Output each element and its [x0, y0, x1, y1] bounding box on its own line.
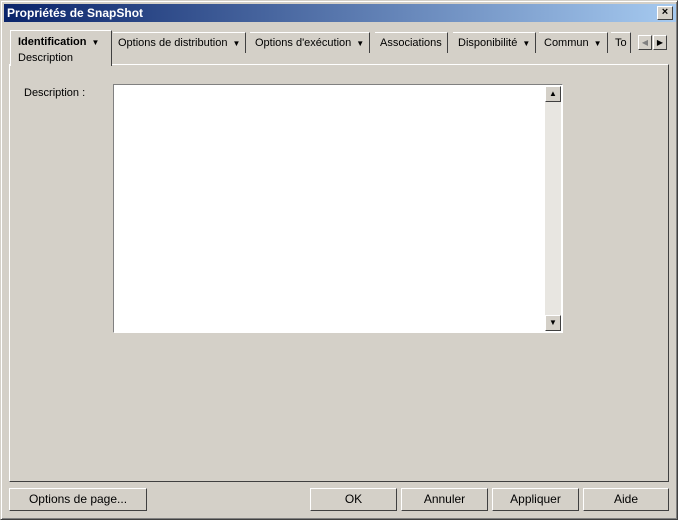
- scroll-down-icon[interactable]: ▼: [545, 315, 561, 331]
- dropdown-arrow-icon[interactable]: ▼: [232, 39, 240, 48]
- window-title: Propriétés de SnapShot: [7, 6, 144, 20]
- subtab-description[interactable]: Description: [18, 51, 73, 65]
- tab-label: Associations: [380, 37, 442, 49]
- tab-label: Identification: [18, 36, 87, 48]
- cancel-button[interactable]: Annuler: [401, 488, 488, 511]
- tab-label: Disponibilité: [458, 37, 518, 49]
- help-button[interactable]: Aide: [583, 488, 669, 511]
- title-bar: Propriétés de SnapShot ×: [4, 4, 676, 22]
- tab-options-execution[interactable]: Options d'exécution ▼: [250, 32, 371, 53]
- dropdown-arrow-icon[interactable]: ▼: [594, 39, 602, 48]
- vertical-scrollbar[interactable]: ▲ ▼: [545, 86, 561, 331]
- tab-truncated[interactable]: To: [611, 32, 631, 53]
- apply-button[interactable]: Appliquer: [492, 488, 579, 511]
- tab-identification[interactable]: Identification ▼ Description: [10, 30, 112, 66]
- dropdown-arrow-icon[interactable]: ▼: [522, 39, 530, 48]
- tab-associations[interactable]: Associations: [375, 32, 448, 53]
- description-textarea[interactable]: ▲ ▼: [113, 84, 563, 333]
- tab-label: To: [615, 37, 627, 49]
- scroll-up-icon[interactable]: ▲: [545, 86, 561, 102]
- description-label: Description :: [24, 87, 86, 99]
- tab-label: Commun: [544, 37, 589, 49]
- tab-label: Options d'exécution: [255, 37, 352, 49]
- close-button[interactable]: ×: [657, 6, 673, 20]
- tab-options-distribution[interactable]: Options de distribution ▼: [113, 32, 247, 53]
- dropdown-arrow-icon[interactable]: ▼: [91, 38, 99, 47]
- tab-disponibilite[interactable]: Disponibilité ▼: [453, 32, 537, 53]
- tab-scroll-right-icon[interactable]: ▶: [653, 35, 667, 50]
- tab-commun[interactable]: Commun ▼: [539, 32, 608, 53]
- dropdown-arrow-icon[interactable]: ▼: [356, 39, 364, 48]
- tab-label: Options de distribution: [118, 37, 228, 49]
- tab-scroll-left-icon[interactable]: ◀: [638, 35, 652, 50]
- ok-button[interactable]: OK: [310, 488, 397, 511]
- page-options-button[interactable]: Options de page...: [9, 488, 147, 511]
